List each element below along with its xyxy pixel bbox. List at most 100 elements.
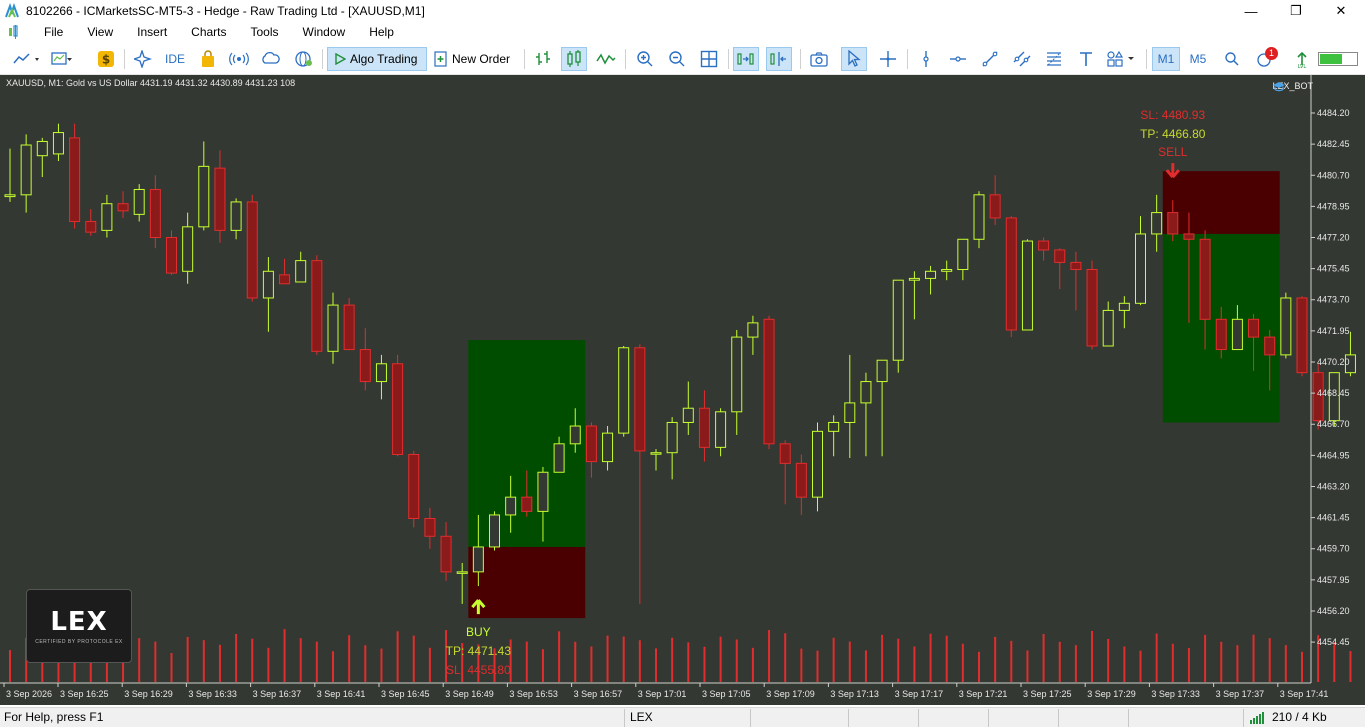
shapes-dropdown[interactable]	[1104, 47, 1140, 71]
candle	[844, 354, 856, 459]
candle-body	[85, 220, 97, 233]
zoom-in-icon	[637, 51, 653, 67]
candle-body	[1102, 309, 1114, 347]
zoom-in-button[interactable]	[633, 47, 657, 71]
crosshair-button[interactable]	[876, 47, 900, 71]
buy-stop-loss-zone	[468, 546, 586, 619]
candle-body	[408, 453, 420, 519]
tile-windows-button[interactable]	[697, 47, 721, 71]
templates-dropdown[interactable]	[50, 47, 74, 71]
chart-shift-button[interactable]	[766, 47, 792, 71]
auto-scroll-button[interactable]	[733, 47, 759, 71]
candle	[246, 194, 258, 302]
close-button[interactable]: ✕	[1318, 0, 1364, 22]
chart-window[interactable]: BUY TP: 4471.43 SL: 4455.80 SL: 4480.93 TP: …	[0, 75, 1365, 705]
candle	[1296, 296, 1308, 377]
candle-body	[521, 496, 533, 512]
candle	[860, 372, 872, 457]
zoom-out-button[interactable]	[665, 47, 689, 71]
vps-button[interactable]	[258, 47, 282, 71]
candle	[36, 137, 48, 178]
menu-tools[interactable]: Tools	[239, 22, 291, 42]
sparkle-icon	[134, 50, 152, 68]
signals-button[interactable]	[131, 47, 155, 71]
candle	[408, 450, 420, 528]
menu-view[interactable]: View	[75, 22, 125, 42]
price-tick-label: 4480.70	[1317, 170, 1350, 180]
status-traffic: 210 / 4 Kb	[1272, 710, 1327, 724]
candlestick-chart-button[interactable]	[561, 47, 587, 71]
chart-window-icon[interactable]	[8, 25, 22, 39]
time-tick-label: 3 Sep 17:29	[1087, 689, 1136, 699]
chart-type-dropdown[interactable]	[8, 47, 46, 71]
new-order-button[interactable]: New Order	[430, 47, 518, 71]
line-chart-button[interactable]	[594, 47, 618, 71]
candle	[4, 148, 16, 202]
bar-chart-icon	[536, 51, 550, 65]
candle	[424, 507, 436, 549]
text-tool-button[interactable]	[1074, 47, 1098, 71]
price-tick-label: 4484.20	[1317, 108, 1350, 118]
candle	[731, 329, 743, 435]
time-tick-label: 3 Sep 16:41	[317, 689, 366, 699]
market-button[interactable]: $	[94, 47, 118, 71]
candle	[456, 562, 468, 604]
line-chart-icon	[13, 53, 39, 64]
community-button[interactable]	[292, 47, 316, 71]
candle	[69, 123, 81, 229]
price-chart[interactable]: BUY TP: 4471.43 SL: 4455.80 SL: 4480.93 TP: …	[0, 75, 1365, 705]
new-order-icon	[434, 51, 447, 67]
status-profile[interactable]: LEX	[626, 708, 653, 727]
expert-advisor-label[interactable]: LEX_BOT	[1272, 81, 1313, 92]
timeframe-m5-button[interactable]: M5	[1184, 47, 1212, 71]
candle-body	[1296, 297, 1308, 374]
market-store-button[interactable]	[196, 47, 220, 71]
fibonacci-button[interactable]	[1042, 47, 1066, 71]
time-tick-label: 3 Sep 16:53	[509, 689, 558, 699]
ide-button[interactable]: IDE	[160, 47, 190, 71]
timeframe-m1-label: M1	[1157, 52, 1175, 66]
cursor-tool-button[interactable]	[841, 47, 867, 71]
candle	[715, 408, 727, 457]
algo-trading-label: Algo Trading	[350, 52, 418, 66]
bar-chart-button[interactable]	[531, 47, 555, 71]
candle-body	[36, 140, 48, 157]
candle	[85, 209, 97, 236]
minimize-button[interactable]: —	[1228, 0, 1274, 22]
fibonacci-icon	[1047, 52, 1061, 66]
candle	[650, 449, 662, 471]
connection-status[interactable]: LVL	[1290, 47, 1314, 71]
candle	[747, 315, 759, 355]
screenshot-button[interactable]	[807, 47, 831, 71]
candle-body	[795, 462, 807, 498]
time-tick-label: 3 Sep 17:37	[1216, 689, 1265, 699]
price-tick-label: 4457.95	[1317, 575, 1350, 585]
price-tick-label: 4478.95	[1317, 201, 1350, 211]
time-tick-label: 3 Sep 17:01	[638, 689, 687, 699]
candle	[295, 251, 307, 283]
algo-trading-button[interactable]: Algo Trading	[327, 47, 427, 71]
equidistant-channel-button[interactable]	[1010, 47, 1034, 71]
horizontal-line-button[interactable]	[946, 47, 970, 71]
maximize-button[interactable]: ❐	[1273, 0, 1319, 22]
menu-help[interactable]: Help	[357, 22, 406, 42]
candle	[812, 422, 823, 512]
toolbar: $ IDE Algo Trading New Order M1 M5 1 LVL	[0, 43, 1365, 75]
search-button[interactable]	[1220, 47, 1244, 71]
notifications-button[interactable]: 1	[1250, 47, 1280, 71]
trend-line-button[interactable]	[978, 47, 1002, 71]
candle-body	[585, 425, 597, 463]
vertical-line-button[interactable]	[914, 47, 938, 71]
candle	[876, 359, 888, 457]
menu-insert[interactable]: Insert	[125, 22, 179, 42]
menu-charts[interactable]: Charts	[179, 22, 238, 42]
menu-window[interactable]: Window	[291, 22, 358, 42]
candle-body	[1264, 336, 1276, 356]
signals-broadcast-button[interactable]	[227, 47, 251, 71]
status-bar: For Help, press F1 LEX 210 / 4 Kb	[0, 707, 1365, 727]
candle-body	[715, 411, 727, 448]
candle-body	[747, 322, 759, 338]
menu-file[interactable]: File	[32, 22, 75, 42]
candle-body	[166, 237, 177, 274]
timeframe-m1-button[interactable]: M1	[1152, 47, 1180, 71]
